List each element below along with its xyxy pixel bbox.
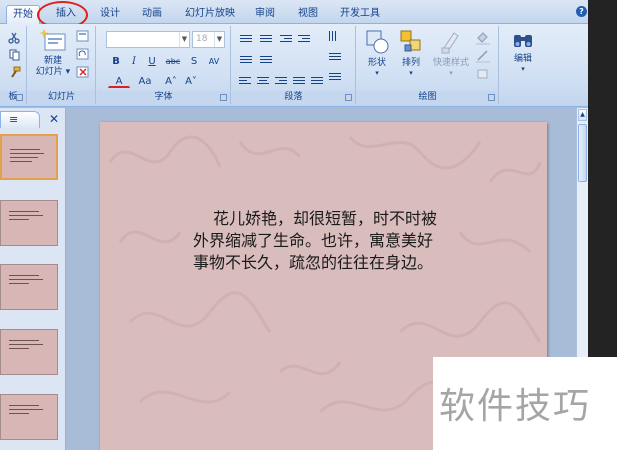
- slide-thumbnail-4[interactable]: [0, 329, 58, 375]
- shape-effects-icon[interactable]: [475, 67, 493, 81]
- change-case-button[interactable]: Aa: [134, 73, 156, 88]
- chevron-down-icon: ▾: [521, 65, 525, 73]
- font-size-combo[interactable]: 18 ▼: [192, 31, 225, 48]
- underline-button[interactable]: U: [144, 53, 160, 68]
- tab-design[interactable]: 设计: [93, 5, 127, 24]
- tab-animations[interactable]: 动画: [135, 5, 169, 24]
- shapes-label: 形状: [367, 58, 386, 68]
- delete-slide-icon[interactable]: [76, 66, 92, 79]
- slide-body-text[interactable]: 花儿娇艳，却很短暂，时不时被外界缩减了生命。也许，寓意美好事物不长久，疏忽的往往…: [193, 208, 443, 274]
- align-text-icon[interactable]: [328, 51, 342, 64]
- new-slide-icon: [39, 29, 66, 51]
- new-slide-label-2: 幻灯片 ▾: [35, 67, 71, 77]
- slides-group-label: 幻灯片: [28, 91, 95, 104]
- slide-thumbnail-3[interactable]: [0, 264, 58, 310]
- align-right-icon[interactable]: [274, 75, 288, 88]
- drawing-group-label: 绘图: [357, 91, 498, 104]
- shapes-icon: [366, 30, 389, 54]
- increase-indent-icon[interactable]: [297, 33, 311, 46]
- scroll-up-icon[interactable]: ▲: [578, 109, 587, 121]
- smartart-icon[interactable]: [328, 71, 342, 84]
- reset-icon[interactable]: [76, 48, 92, 61]
- drawing-launcher[interactable]: [488, 94, 495, 101]
- align-left-icon[interactable]: [238, 75, 252, 88]
- chevron-down-icon: ▾: [409, 69, 413, 77]
- paragraph-group-label: 段落: [232, 91, 355, 104]
- chevron-down-icon: ▾: [375, 69, 379, 77]
- list-icon: ≡: [9, 113, 19, 126]
- editing-group: 编辑 ▾: [500, 26, 546, 104]
- bold-button[interactable]: B: [108, 53, 124, 68]
- arrange-button[interactable]: 排列 ▾: [395, 28, 427, 86]
- scrollbar-thumb[interactable]: [578, 124, 587, 182]
- help-icon[interactable]: ?: [576, 6, 587, 17]
- tab-insert[interactable]: 插入: [49, 5, 83, 24]
- font-name-combo[interactable]: ▼: [106, 31, 190, 48]
- text-direction-icon[interactable]: [328, 31, 342, 44]
- grow-font-button[interactable]: A˄: [162, 73, 180, 88]
- tab-slides-list[interactable]: ≡: [0, 111, 40, 128]
- paragraph-group: 段落: [232, 26, 356, 104]
- columns-icon[interactable]: [259, 54, 273, 67]
- arrange-label: 排列: [401, 58, 420, 68]
- panel-tabs: ≡ ✕: [0, 111, 66, 129]
- binoculars-icon: [514, 35, 532, 47]
- justify-icon[interactable]: [292, 75, 306, 88]
- strikethrough-button[interactable]: abc: [163, 53, 183, 68]
- editing-label: 编辑: [513, 54, 532, 64]
- copy-icon[interactable]: [9, 49, 21, 61]
- tab-view[interactable]: 视图: [293, 5, 323, 24]
- font-color-button[interactable]: A: [108, 73, 130, 88]
- font-group-label: 字体: [97, 91, 230, 104]
- line-spacing-icon[interactable]: [239, 54, 253, 67]
- format-painter-icon[interactable]: [9, 66, 21, 78]
- quick-styles-button[interactable]: 快速样式 ▾: [429, 28, 473, 86]
- shapes-button[interactable]: 形状 ▾: [361, 28, 393, 86]
- editing-button[interactable]: 编辑 ▾: [505, 28, 541, 86]
- numbering-icon[interactable]: [259, 33, 273, 46]
- shape-fill-icon[interactable]: [475, 31, 493, 45]
- layout-icon[interactable]: [76, 30, 92, 43]
- cut-icon[interactable]: [8, 32, 20, 44]
- font-group: ▼ 18 ▼ B I U abc S AV A Aa A˄ A˅ 字体: [97, 26, 231, 104]
- char-spacing-button[interactable]: AV: [203, 53, 225, 68]
- watermark: 软件技巧: [433, 357, 617, 450]
- new-slide-button[interactable]: 新建 幻灯片 ▾: [32, 28, 74, 86]
- chevron-down-icon: ▼: [179, 32, 189, 47]
- chevron-down-icon: ▼: [214, 32, 224, 47]
- ribbon: 板 新建 幻灯片 ▾ 幻灯片 ▼ 18 ▼ B I U abc S AV A A…: [0, 24, 588, 107]
- drawing-group: 形状 ▾ 排列 ▾ 快速样式 ▾ 绘图: [357, 26, 499, 104]
- shape-outline-icon[interactable]: [475, 49, 493, 63]
- slides-panel: ≡ ✕: [0, 108, 66, 450]
- decrease-indent-icon[interactable]: [279, 33, 293, 46]
- quick-styles-icon: [441, 32, 459, 54]
- font-launcher[interactable]: [220, 94, 227, 101]
- tab-developer[interactable]: 开发工具: [335, 5, 385, 24]
- slide-thumbnail-5[interactable]: [0, 394, 58, 440]
- close-icon[interactable]: ✕: [49, 112, 59, 126]
- ribbon-tab-bar: 开始 插入 设计 动画 幻灯片放映 审阅 视图 开发工具 ?: [0, 0, 588, 24]
- shadow-button[interactable]: S: [186, 53, 202, 68]
- shrink-font-button[interactable]: A˅: [182, 73, 200, 88]
- chevron-down-icon: ▾: [449, 69, 453, 77]
- new-slide-label: 新建: [43, 56, 62, 66]
- slide-thumbnail-1[interactable]: [0, 134, 58, 180]
- tab-slide-show[interactable]: 幻灯片放映: [180, 5, 240, 24]
- bullets-icon[interactable]: [239, 33, 253, 46]
- align-center-icon[interactable]: [256, 75, 270, 88]
- arrange-icon: [400, 30, 421, 52]
- slide-thumbnail-2[interactable]: [0, 200, 58, 246]
- clipboard-launcher[interactable]: [16, 94, 23, 101]
- slides-group: 新建 幻灯片 ▾ 幻灯片: [28, 26, 96, 104]
- distribute-icon[interactable]: [310, 75, 324, 88]
- tab-review[interactable]: 审阅: [250, 5, 280, 24]
- watermark-text: 软件技巧: [439, 386, 592, 427]
- clipboard-group: 板: [0, 26, 27, 104]
- paragraph-launcher[interactable]: [345, 94, 352, 101]
- tab-home[interactable]: 开始: [6, 5, 40, 24]
- italic-button[interactable]: I: [126, 53, 142, 68]
- quick-styles-label: 快速样式: [432, 58, 469, 68]
